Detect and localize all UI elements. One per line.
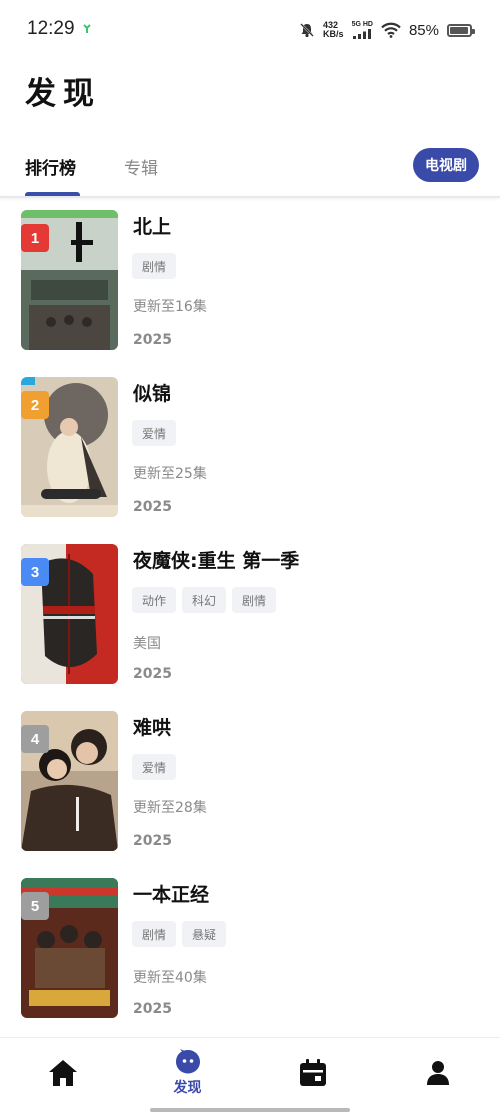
list-item[interactable]: 1 北上 剧情 更新至16集 2025 — [0, 210, 500, 350]
episode-status: 更新至16集 — [133, 299, 207, 315]
page-title: 发现 — [25, 76, 101, 112]
bottom-nav: 发现 — [0, 1037, 500, 1115]
item-title[interactable]: 北上 — [133, 212, 171, 239]
home-icon — [48, 1060, 77, 1086]
rank-badge: 3 — [21, 558, 49, 586]
tab-divider — [0, 196, 500, 198]
genre-tags: 剧情 悬疑 — [132, 921, 227, 947]
tv-series-filter-button[interactable]: 电视剧 — [413, 148, 479, 182]
release-year: 2025 — [133, 499, 172, 515]
nav-profile[interactable] — [375, 1038, 500, 1108]
release-year: 2025 — [133, 332, 172, 348]
release-year: 2025 — [133, 833, 172, 849]
battery-percent: 85% — [408, 21, 439, 39]
item-title[interactable]: 难哄 — [133, 713, 171, 740]
genre-tags: 爱情 — [132, 420, 177, 446]
tab-ranking[interactable]: 排行榜 — [25, 154, 76, 179]
home-indicator[interactable] — [150, 1108, 350, 1112]
signal-icon — [353, 29, 372, 39]
rank-badge: 2 — [21, 391, 49, 419]
genre-tag: 剧情 — [132, 921, 177, 947]
app-notification-icon — [83, 24, 91, 33]
region: 美国 — [133, 636, 161, 652]
list-item[interactable]: 3 夜魔侠:重生 第一季 动作 科幻 剧情 美国 2025 — [0, 544, 500, 684]
rank-badge: 1 — [21, 224, 49, 252]
genre-tag: 爱情 — [132, 754, 177, 780]
genre-tags: 动作 科幻 剧情 — [132, 587, 277, 613]
nav-discover-label: 发现 — [173, 1080, 202, 1096]
status-bar: 12:29 432 KB/s 5G HD 85% — [0, 0, 500, 60]
net-speed: 432 KB/s — [323, 21, 344, 39]
genre-tag: 科幻 — [182, 587, 227, 613]
release-year: 2025 — [133, 666, 172, 682]
rank-badge: 4 — [21, 725, 49, 753]
list-item[interactable]: 4 难哄 爱情 更新至28集 2025 — [0, 711, 500, 851]
signal-block: 5G HD — [352, 21, 373, 39]
tab-bar: 排行榜 专辑 电视剧 — [0, 142, 500, 198]
net-speed-unit: KB/s — [323, 29, 344, 39]
episode-status: 更新至25集 — [133, 466, 207, 482]
wifi-icon — [381, 22, 401, 38]
battery-level — [450, 26, 468, 34]
calendar-icon — [299, 1059, 326, 1086]
list-item[interactable]: 2 似锦 爱情 更新至25集 2025 — [0, 377, 500, 517]
item-title[interactable]: 似锦 — [133, 379, 171, 406]
item-title[interactable]: 一本正经 — [133, 880, 209, 907]
status-icons: 432 KB/s 5G HD 85% — [299, 17, 475, 43]
mute-bell-icon — [300, 23, 314, 38]
genre-tag: 爱情 — [132, 420, 177, 446]
tab-album[interactable]: 专辑 — [124, 154, 158, 179]
nav-discover[interactable]: 发现 — [125, 1038, 250, 1108]
genre-tag: 剧情 — [232, 587, 277, 613]
status-time: 12:29 — [27, 18, 75, 39]
discover-icon — [175, 1049, 200, 1074]
episode-status: 更新至28集 — [133, 800, 207, 816]
profile-icon — [426, 1061, 449, 1085]
nav-calendar[interactable] — [250, 1038, 375, 1108]
genre-tag: 动作 — [132, 587, 177, 613]
genre-tag: 剧情 — [132, 253, 177, 279]
release-year: 2025 — [133, 1001, 172, 1017]
network-type: 5G HD — [351, 21, 373, 28]
list-item[interactable]: 5 一本正经 剧情 悬疑 更新至40集 2025 — [0, 878, 500, 1018]
item-title[interactable]: 夜魔侠:重生 第一季 — [133, 546, 299, 573]
nav-home[interactable] — [0, 1038, 125, 1108]
genre-tag: 悬疑 — [182, 921, 227, 947]
genre-tags: 剧情 — [132, 253, 177, 279]
genre-tags: 爱情 — [132, 754, 177, 780]
episode-status: 更新至40集 — [133, 970, 207, 986]
battery-icon — [447, 23, 475, 37]
rank-badge: 5 — [21, 892, 49, 920]
